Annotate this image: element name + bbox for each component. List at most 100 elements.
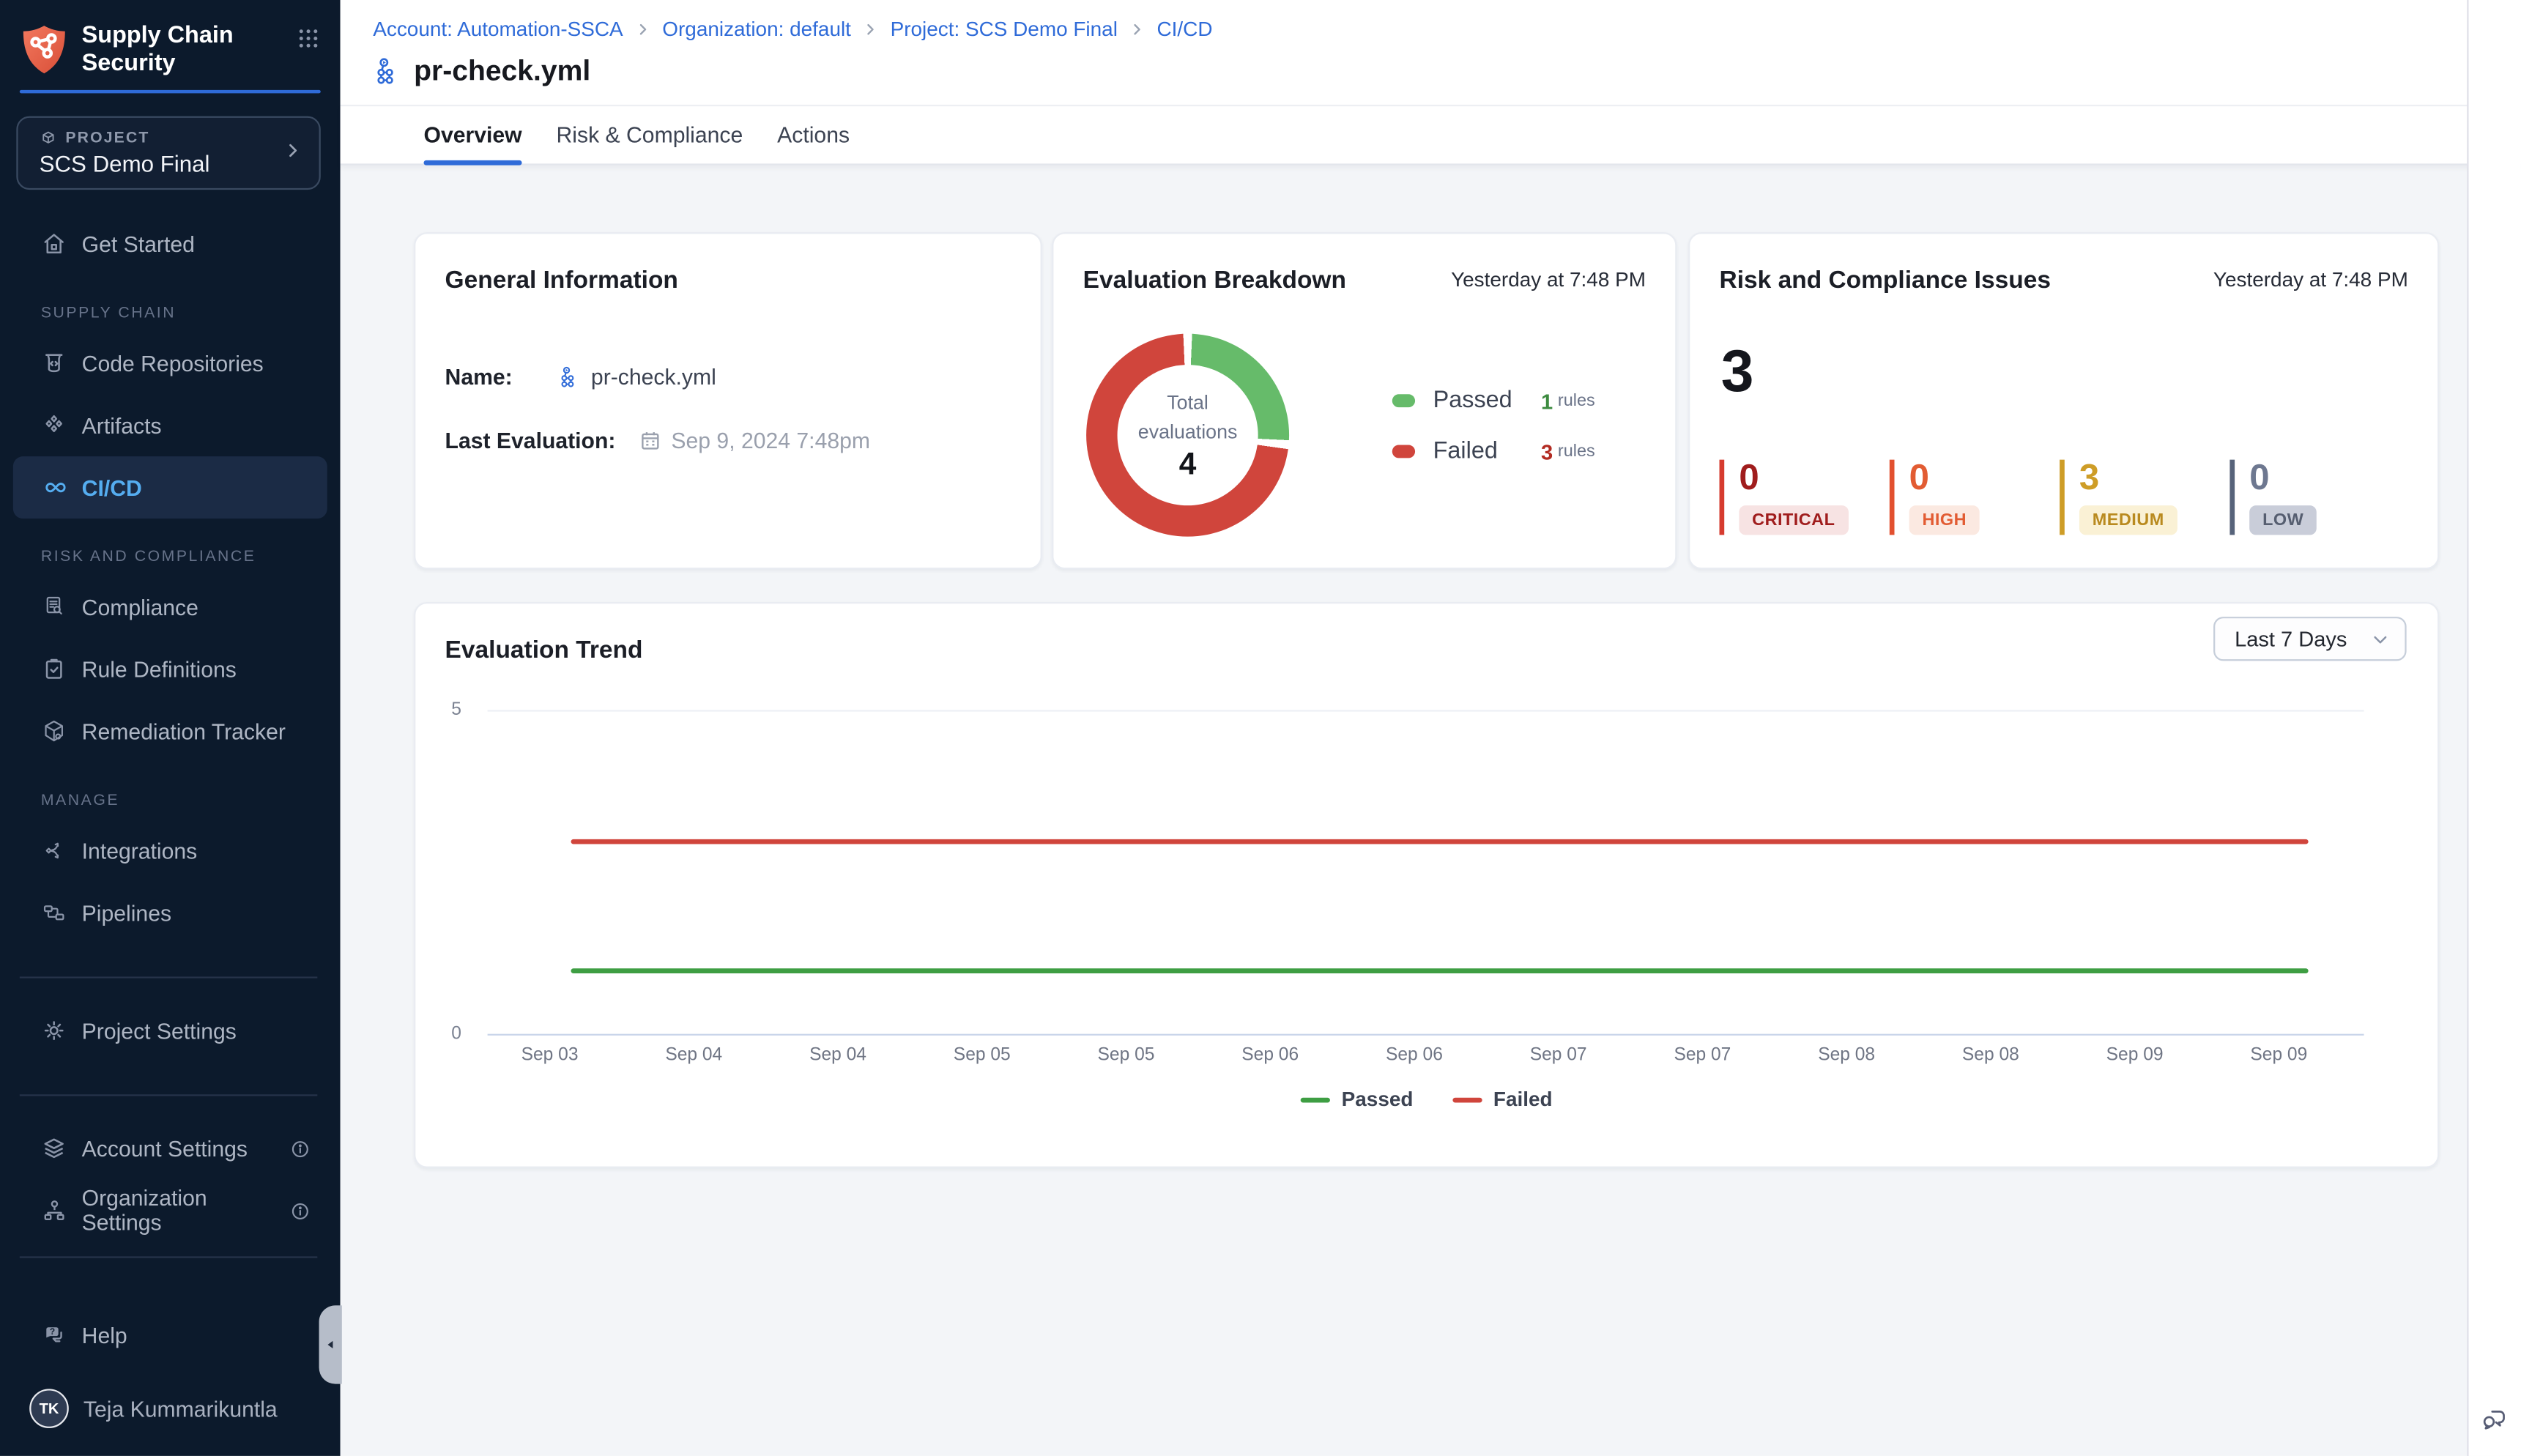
nav-item-label: Project Settings [82, 1019, 237, 1044]
chat-bubbles-icon[interactable] [2480, 1405, 2508, 1433]
sidebar-item-remediation-tracker[interactable]: Remediation Tracker [13, 701, 327, 763]
severity-tile-medium: 3 MEDIUM [2060, 460, 2200, 535]
general-information-card: General Information Name: pr-check.yml L… [414, 232, 1042, 569]
breadcrumb-link-ci-cd[interactable]: CI/CD [1157, 18, 1213, 41]
nav-item-label: Remediation Tracker [82, 719, 286, 744]
breadcrumb-link-project-scs-demo-final[interactable]: Project: SCS Demo Final [891, 18, 1118, 41]
x-axis-tick: Sep 05 [1054, 1045, 1198, 1065]
severity-tile-low: 0 LOW [2229, 460, 2370, 535]
legend-label: Passed [1433, 387, 1541, 414]
legend-value: 1 [1541, 388, 1553, 413]
legend-dash-icon [1452, 1097, 1482, 1102]
content: General Information Name: pr-check.yml L… [341, 166, 2521, 1456]
nav-item-label: Code Repositories [82, 352, 264, 376]
breadcrumb-link-account-automation-ssca[interactable]: Account: Automation-SSCA [373, 18, 623, 41]
breadcrumb-link-organization-default[interactable]: Organization: default [662, 18, 851, 41]
pipeline-icon [373, 56, 404, 86]
box-icon [41, 718, 67, 745]
main-area: Account: Automation-SSCA Organization: de… [341, 0, 2521, 1456]
last-evaluation-value: Sep 9, 2024 7:48pm [671, 428, 870, 453]
pipelines-icon [41, 900, 67, 926]
home-icon [41, 231, 67, 258]
card-title: Evaluation Trend [445, 636, 643, 664]
sidebar-item-account-settings[interactable]: Account Settings [13, 1118, 327, 1180]
sidebar-item-organization-settings[interactable]: Organization Settings [13, 1180, 327, 1242]
sidebar: Supply Chain Security PROJECT SCS Demo F… [0, 0, 341, 1456]
nav-item-label: Pipelines [82, 901, 171, 926]
card-timestamp: Yesterday at 7:48 PM [2213, 268, 2408, 291]
legend-dash-icon [1301, 1097, 1330, 1102]
tab-overview[interactable]: Overview [424, 106, 522, 163]
sidebar-item-artifacts[interactable]: Artifacts [13, 395, 327, 457]
sidebar-item-code-repositories[interactable]: Code Repositories [13, 333, 327, 395]
sidebar-item-pipelines[interactable]: Pipelines [13, 883, 327, 945]
legend-unit: rules [1558, 391, 1595, 411]
nav-item-label: Help [82, 1323, 127, 1348]
nav-section-risk-and-compliance: RISK AND COMPLIANCE [41, 549, 341, 567]
severity-count: 3 [2079, 460, 2200, 496]
tab-risk-compliance[interactable]: Risk & Compliance [557, 106, 743, 163]
x-axis-tick: Sep 08 [1775, 1045, 1919, 1065]
app-switcher-icon[interactable] [296, 26, 321, 51]
triangle-left-icon [322, 1337, 338, 1353]
sidebar-item-help[interactable]: ? Help [13, 1304, 327, 1367]
project-selector[interactable]: PROJECT SCS Demo Final [16, 116, 320, 190]
cube-icon [40, 130, 58, 148]
severity-badge: LOW [2249, 505, 2317, 535]
x-axis-line [488, 1034, 2364, 1036]
trend-line-passed [571, 969, 2309, 973]
legend-swatch-icon [1392, 445, 1415, 458]
severity-badge: MEDIUM [2079, 505, 2177, 535]
sidebar-item-compliance[interactable]: Compliance [13, 576, 327, 639]
card-timestamp: Yesterday at 7:48 PM [1451, 268, 1646, 291]
help-rail [2467, 0, 2521, 1456]
divider [20, 1257, 318, 1258]
severity-count: 0 [2249, 460, 2370, 496]
legend-label: Failed [1433, 439, 1541, 465]
x-axis-tick: Sep 08 [1919, 1045, 2063, 1065]
trend-legend-item-failed[interactable]: Failed [1452, 1088, 1553, 1110]
chevron-right-icon [283, 141, 302, 161]
x-axis-tick: Sep 09 [2207, 1045, 2351, 1065]
sidebar-item-get-started[interactable]: Get Started [13, 213, 327, 275]
org-chart-icon [41, 1198, 67, 1225]
legend-label: Failed [1493, 1088, 1553, 1110]
breadcrumb-separator-icon [863, 21, 879, 37]
info-circle-icon[interactable] [289, 1138, 311, 1159]
breadcrumb-separator-icon [634, 21, 650, 37]
tab-actions[interactable]: Actions [777, 106, 850, 163]
calendar-icon [639, 428, 664, 453]
severity-badge: CRITICAL [1739, 505, 1848, 535]
card-title: Risk and Compliance Issues [1720, 267, 2051, 294]
date-range-dropdown[interactable]: Last 7 Days [2213, 617, 2407, 661]
x-axis-tick: Sep 06 [1198, 1045, 1343, 1065]
sidebar-item-project-settings[interactable]: Project Settings [13, 1000, 327, 1062]
sidebar-collapse-handle[interactable] [319, 1305, 342, 1383]
x-axis-tick: Sep 04 [766, 1045, 910, 1065]
info-circle-icon[interactable] [289, 1200, 311, 1222]
severity-tile-critical: 0CRITICAL [1720, 460, 1860, 535]
legend-swatch-icon [1392, 394, 1415, 407]
x-axis-tick: Sep 04 [622, 1045, 766, 1065]
sidebar-item-ci-cd[interactable]: CI/CD [13, 457, 327, 519]
sidebar-item-rule-definitions[interactable]: Rule Definitions [13, 639, 327, 701]
shield-logo-icon [20, 23, 69, 77]
integrations-icon [41, 838, 67, 864]
infinity-icon [41, 475, 67, 502]
layers-icon [41, 1136, 67, 1162]
nav-item-label: Rule Definitions [82, 658, 237, 683]
help-chat-icon: ? [41, 1323, 67, 1349]
doc-search-icon [41, 595, 67, 621]
card-title: Evaluation Breakdown [1083, 267, 1346, 294]
breakdown-legend-row-failed: Failed3rules [1392, 435, 1654, 468]
nav-item-label: Account Settings [82, 1137, 248, 1162]
sidebar-item-integrations[interactable]: Integrations [13, 820, 327, 883]
evaluation-breakdown-card: Evaluation Breakdown Yesterday at 7:48 P… [1052, 232, 1677, 569]
trend-legend-item-passed[interactable]: Passed [1301, 1088, 1414, 1110]
artifacts-icon [41, 413, 67, 439]
user-menu[interactable]: TK Teja Kummarikuntla [13, 1381, 327, 1437]
x-axis-tick: Sep 03 [478, 1045, 622, 1065]
last-evaluation-label: Last Evaluation: [445, 428, 616, 453]
breakdown-legend-row-passed: Passed1rules [1392, 385, 1654, 417]
severity-badge: HIGH [1909, 505, 1980, 535]
